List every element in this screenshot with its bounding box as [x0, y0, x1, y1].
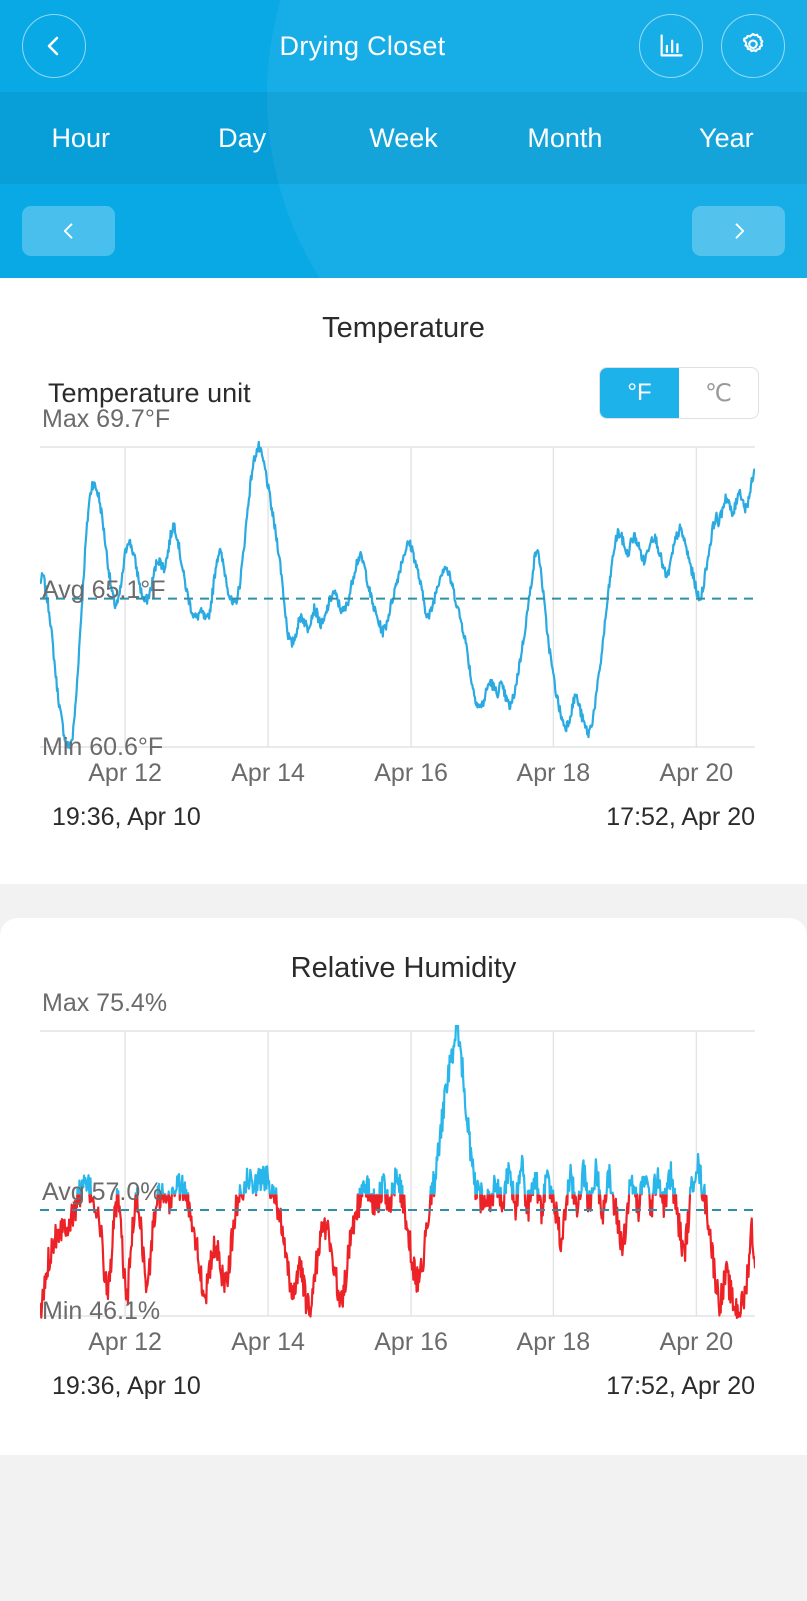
humidity-title: Relative Humidity [290, 952, 517, 984]
x-axis-tick-label: Apr 12 [88, 1328, 162, 1356]
temperature-plot-wrap: Max 69.7°F Avg 65.1°F Min 60.6°F Apr 12 A… [0, 405, 807, 832]
humidity-xaxis: Apr 12 Apr 14 Apr 16 Apr 18 Apr 20 [40, 1322, 755, 1366]
x-axis-tick-label: Apr 12 [88, 759, 162, 787]
app-screen: Drying Closet Hour Day Week Month Year T… [0, 0, 807, 1601]
card-separator [0, 884, 807, 918]
period-tabs: Hour Day Week Month Year [0, 92, 807, 184]
humidity-range-row: 19:36, Apr 10 17:52, Apr 20 [0, 1366, 807, 1401]
temperature-unit-toggle[interactable]: °F ℃ [599, 367, 759, 419]
tab-day[interactable]: Day [161, 92, 322, 184]
x-axis-tick-label: Apr 18 [516, 759, 591, 787]
x-axis-tick-label: Apr 16 [374, 1328, 448, 1356]
header-title-bar: Drying Closet [0, 0, 807, 92]
humidity-range-end: 17:52, Apr 20 [606, 1372, 755, 1400]
tab-hour[interactable]: Hour [0, 92, 161, 184]
temperature-unit-label: Temperature unit [48, 377, 251, 408]
next-period-button[interactable] [692, 206, 785, 256]
temperature-max-label: Max 69.7°F [42, 405, 171, 433]
period-navigation [0, 184, 807, 278]
app-header: Drying Closet Hour Day Week Month Year [0, 0, 807, 278]
temperature-title: Temperature [322, 312, 485, 344]
temperature-min-label: Min 60.6°F [42, 733, 164, 761]
tab-year[interactable]: Year [646, 92, 807, 184]
header-actions [639, 14, 785, 78]
humidity-plot: Max 75.4% Avg 57.0% Min 46.1% [40, 989, 755, 1325]
humidity-max-label: Max 75.4% [42, 989, 168, 1017]
humidity-min-label: Min 46.1% [42, 1297, 161, 1325]
temperature-range-row: 19:36, Apr 10 17:52, Apr 20 [0, 797, 807, 832]
temperature-plot: Max 69.7°F Avg 65.1°F Min 60.6°F [40, 405, 755, 761]
previous-period-button[interactable] [22, 206, 115, 256]
chevron-right-icon [735, 223, 744, 239]
unit-option-fahrenheit[interactable]: °F [600, 368, 679, 418]
temperature-range-end: 17:52, Apr 20 [606, 803, 755, 831]
temperature-range-start: 19:36, Apr 10 [52, 803, 201, 831]
back-button[interactable] [22, 14, 86, 78]
x-axis-tick-label: Apr 18 [516, 1328, 591, 1356]
x-axis-tick-label: Apr 20 [659, 1328, 734, 1356]
x-axis-tick-label: Apr 16 [374, 759, 448, 787]
unit-option-celsius[interactable]: ℃ [679, 368, 758, 418]
tab-week[interactable]: Week [323, 92, 484, 184]
settings-button[interactable] [721, 14, 785, 78]
page-title: Drying Closet [279, 30, 446, 61]
x-axis-tick-label: Apr 14 [231, 1328, 305, 1356]
humidity-avg-label: Avg 57.0% [42, 1178, 163, 1206]
chevron-left-icon [63, 223, 72, 239]
gear-icon [743, 32, 764, 53]
chevron-left-icon [47, 36, 59, 56]
humidity-range-start: 19:36, Apr 10 [52, 1372, 201, 1400]
x-axis-tick-label: Apr 20 [659, 759, 734, 787]
x-axis-tick-label: Apr 14 [231, 759, 305, 787]
humidity-card: Relative Humidity Max 75.4% Avg 57.0% Mi… [0, 918, 807, 1455]
bar-chart-icon [660, 34, 683, 57]
humidity-chart[interactable] [40, 1025, 755, 1322]
temperature-card: Temperature Temperature unit °F ℃ Max 69… [0, 278, 807, 884]
temperature-avg-label: Avg 65.1°F [42, 576, 166, 604]
statistics-button[interactable] [639, 14, 703, 78]
tab-month[interactable]: Month [484, 92, 645, 184]
humidity-plot-wrap: Max 75.4% Avg 57.0% Min 46.1% Apr 12 Apr … [0, 989, 807, 1401]
